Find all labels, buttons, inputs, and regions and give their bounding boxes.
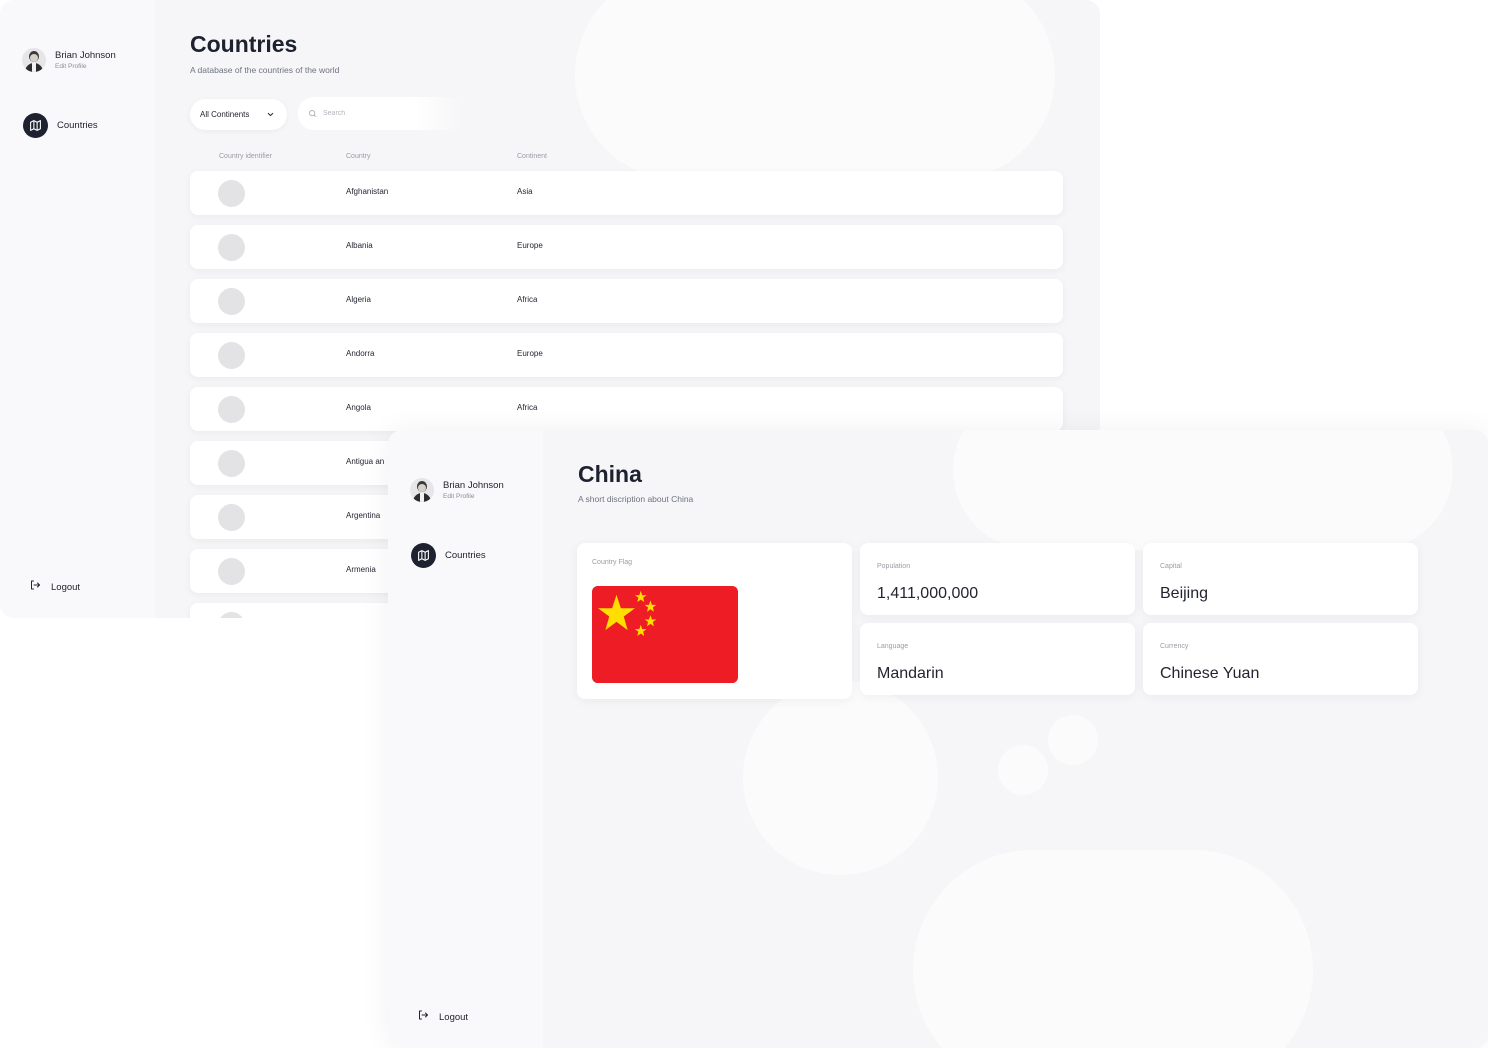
logout-icon: [29, 578, 41, 596]
currency-label: Currency: [1160, 643, 1189, 650]
flag-label: Country Flag: [592, 559, 633, 566]
row-continent: Europe: [517, 349, 543, 358]
row-country: Algeria: [346, 295, 371, 304]
search-icon: [308, 105, 317, 123]
table-row[interactable]: Angola Africa: [190, 387, 1063, 431]
row-country: Albania: [346, 241, 373, 250]
table-row[interactable]: Afghanistan Asia: [190, 171, 1063, 215]
row-country: Armenia: [346, 565, 376, 574]
population-value: 1,411,000,000: [877, 585, 979, 602]
sidebar-item-label: Countries: [57, 120, 98, 131]
background-shape: [998, 745, 1048, 795]
background-shape: [913, 850, 1313, 1048]
country-flag-placeholder: [218, 612, 245, 618]
user-profile[interactable]: Brian Johnson Edit Profile: [22, 48, 116, 72]
sidebar: Brian Johnson Edit Profile Countries Log…: [0, 0, 155, 618]
avatar[interactable]: [410, 478, 434, 502]
page-subtitle: A short discription about China: [578, 494, 694, 504]
row-country: Andorra: [346, 349, 375, 358]
logout-label: Logout: [51, 581, 81, 593]
filter-selected-value: All Continents: [200, 110, 250, 119]
page-title: Countries: [190, 31, 298, 57]
background-shape: [575, 0, 1055, 180]
table-row[interactable]: Algeria Africa: [190, 279, 1063, 323]
country-flag-placeholder: [218, 288, 245, 315]
row-continent: Europe: [517, 241, 543, 250]
country-flag-placeholder: [218, 450, 245, 477]
sidebar-item-label: Countries: [445, 550, 486, 561]
avatar[interactable]: [22, 48, 46, 72]
language-card: Language Mandarin: [860, 623, 1135, 695]
population-card: Population 1,411,000,000: [860, 543, 1135, 615]
country-detail-window: Brian Johnson Edit Profile Countries Log…: [388, 430, 1488, 1048]
table-row[interactable]: Albania Europe: [190, 225, 1063, 269]
country-flag-placeholder: [218, 396, 245, 423]
row-country: Afghanistan: [346, 187, 389, 196]
row-continent: Africa: [517, 295, 538, 304]
country-flag-placeholder: [218, 234, 245, 261]
map-icon: [23, 113, 48, 138]
country-flag-placeholder: [218, 558, 245, 585]
country-flag-placeholder: [218, 504, 245, 531]
search-input[interactable]: [323, 110, 433, 117]
sidebar: Brian Johnson Edit Profile Countries Log…: [388, 430, 543, 1048]
logout-icon: [417, 1008, 429, 1026]
country-flag-card: Country Flag: [577, 543, 852, 699]
user-profile[interactable]: Brian Johnson Edit Profile: [410, 478, 504, 502]
background-shape: [953, 430, 1453, 550]
continent-filter-select[interactable]: All Continents: [190, 99, 287, 130]
search-box[interactable]: [298, 97, 463, 130]
table-row[interactable]: Andorra Europe: [190, 333, 1063, 377]
row-country: Antigua an: [346, 457, 385, 466]
page-title: China: [578, 461, 642, 487]
column-header-identifier[interactable]: Country identifier: [219, 153, 272, 160]
logout-label: Logout: [439, 1011, 469, 1023]
background-shape: [743, 680, 938, 875]
row-country: Argentina: [346, 511, 381, 520]
main-content: China A short discription about China Co…: [543, 430, 1488, 1048]
chevron-down-icon: [266, 110, 275, 121]
country-flag-placeholder: [218, 180, 245, 207]
country-flag-placeholder: [218, 342, 245, 369]
edit-profile-link[interactable]: Edit Profile: [55, 63, 116, 70]
background-shape: [1048, 715, 1098, 765]
page-subtitle: A database of the countries of the world: [190, 65, 340, 75]
capital-card: Capital Beijing: [1143, 543, 1418, 615]
logout-button[interactable]: Logout: [29, 578, 80, 596]
china-flag-image: [592, 586, 738, 683]
currency-value: Chinese Yuan: [1160, 665, 1260, 682]
logout-button[interactable]: Logout: [417, 1008, 468, 1026]
row-continent: Africa: [517, 403, 538, 412]
map-icon: [411, 543, 436, 568]
column-header-continent[interactable]: Continent: [517, 153, 547, 160]
row-continent: Asia: [517, 187, 533, 196]
language-value: Mandarin: [877, 665, 944, 682]
capital-value: Beijing: [1160, 585, 1209, 602]
currency-card: Currency Chinese Yuan: [1143, 623, 1418, 695]
sidebar-item-countries[interactable]: Countries: [23, 113, 98, 138]
edit-profile-link[interactable]: Edit Profile: [443, 493, 504, 500]
user-name: Brian Johnson: [55, 50, 116, 61]
sidebar-item-countries[interactable]: Countries: [411, 543, 486, 568]
population-label: Population: [877, 563, 911, 570]
row-country: Angola: [346, 403, 371, 412]
user-name: Brian Johnson: [443, 480, 504, 491]
column-header-country[interactable]: Country: [346, 153, 371, 160]
capital-label: Capital: [1160, 563, 1182, 570]
language-label: Language: [877, 643, 909, 650]
